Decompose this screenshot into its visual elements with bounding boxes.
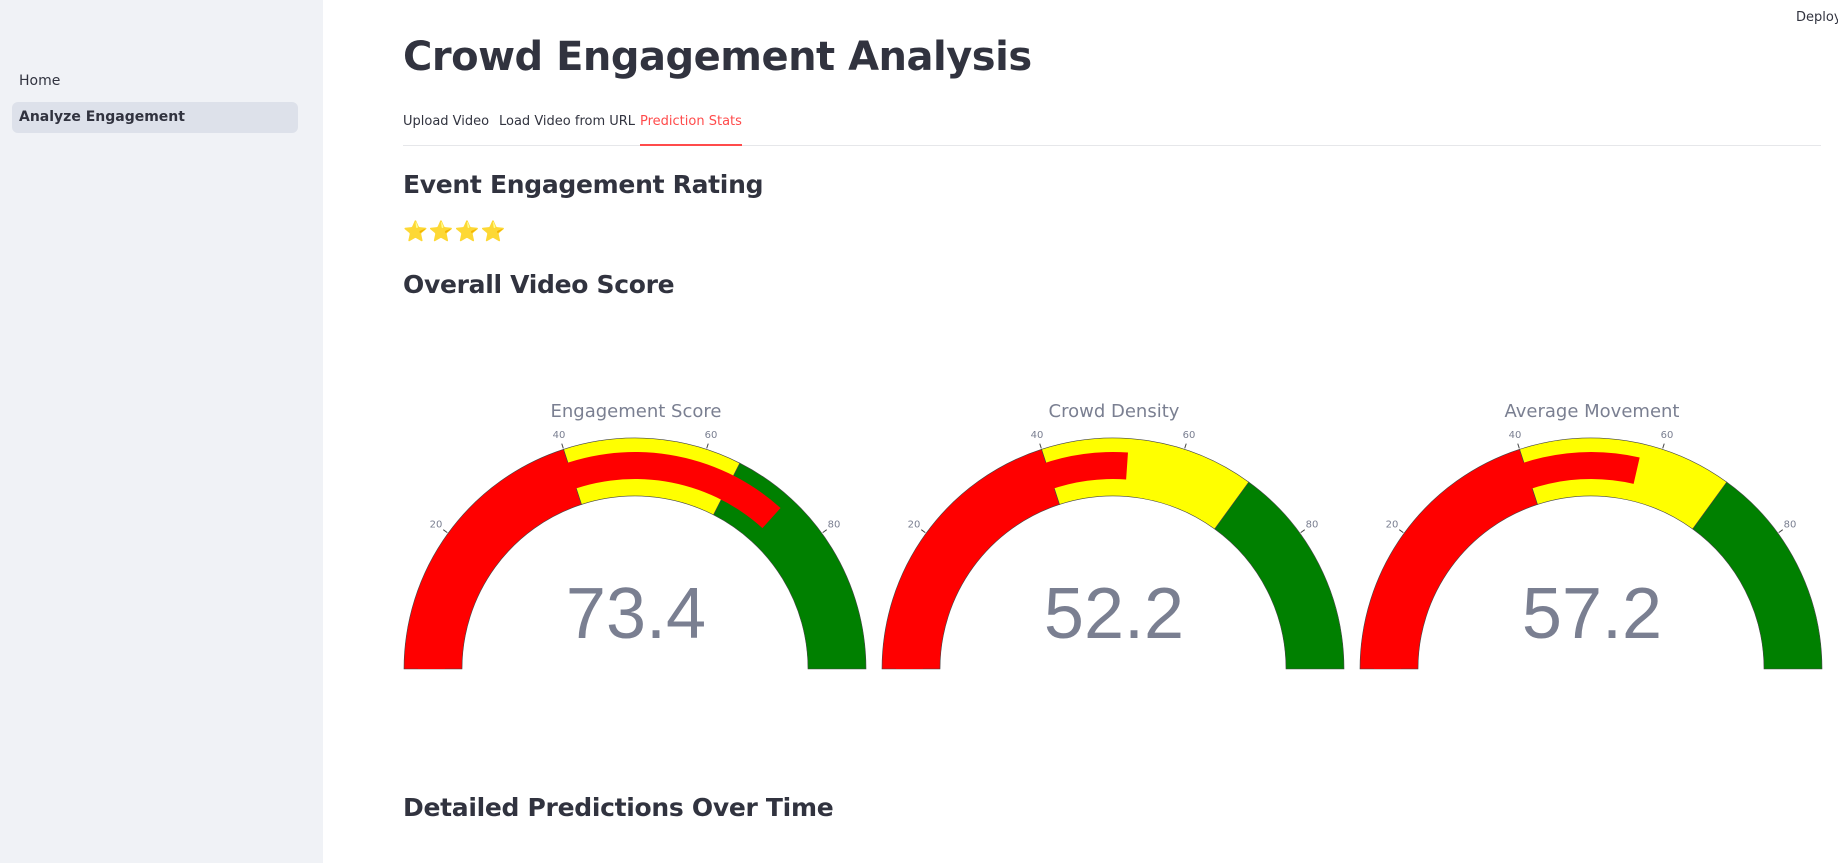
gauge-tick [1778,529,1784,534]
gauge-title: Engagement Score [550,401,722,422]
gauge-tick [1300,529,1306,534]
deploy-button[interactable]: Deploy [1796,10,1838,25]
gauge-tick-label: 40 [1031,430,1044,441]
tab-upload-video[interactable]: Upload Video [403,113,489,144]
gauge-tick [706,443,709,449]
gauge-tick-label: 60 [1183,430,1196,441]
gauge-tick-label: 80 [828,519,841,530]
page-title: Crowd Engagement Analysis [403,34,1032,80]
gauge-tick [822,529,828,534]
rating-heading: Event Engagement Rating [403,170,764,199]
gauge-band-yellow [1519,437,1728,530]
gauge-band-yellow [1041,437,1250,530]
gauge-title: Average Movement [1504,401,1680,422]
gauge-title: Crowd Density [1048,401,1180,422]
gauge-engagement-score: 20 40 60 80 Engagement Score 73.4 [403,395,869,685]
gauge-value: 73.4 [565,574,707,654]
sidebar: Home Analyze Engagement [0,0,323,863]
gauge-tick-label: 20 [1386,519,1399,530]
gauge-tick-label: 40 [1509,430,1522,441]
gauge-tick [920,529,926,534]
overall-score-heading: Overall Video Score [403,270,675,299]
gauge-tick-label: 40 [553,430,566,441]
gauge-tick-label: 60 [705,430,718,441]
tab-load-video-from-url[interactable]: Load Video from URL [499,113,635,144]
gauge-average-movement: 20 40 60 80 Average Movement 57.2 [1359,395,1825,685]
gauge-value: 52.2 [1043,574,1185,654]
sidebar-item-home[interactable]: Home [12,66,298,97]
gauge-tick [1398,529,1404,534]
gauge-tick-label: 60 [1661,430,1674,441]
gauge-crowd-density: 20 40 60 80 Crowd Density 52.2 [881,395,1347,685]
gauge-value: 57.2 [1521,574,1663,654]
gauge-tick [1184,443,1187,449]
gauge-tick [1039,443,1042,449]
gauge-tick-label: 20 [908,519,921,530]
gauge-tick-label: 20 [430,519,443,530]
detailed-predictions-heading: Detailed Predictions Over Time [403,793,834,822]
gauge-tick-label: 80 [1784,519,1797,530]
gauge-tick [1662,443,1665,449]
tab-prediction-stats[interactable]: Prediction Stats [640,113,742,146]
gauge-tick [561,443,564,449]
rating-stars: ⭐⭐⭐⭐ [403,219,507,243]
tab-bar: Upload Video Load Video from URL Predict… [403,110,1821,146]
sidebar-item-analyze-engagement[interactable]: Analyze Engagement [12,102,298,133]
gauge-tick [442,529,448,534]
gauge-tick [1517,443,1520,449]
gauge-tick-label: 80 [1306,519,1319,530]
